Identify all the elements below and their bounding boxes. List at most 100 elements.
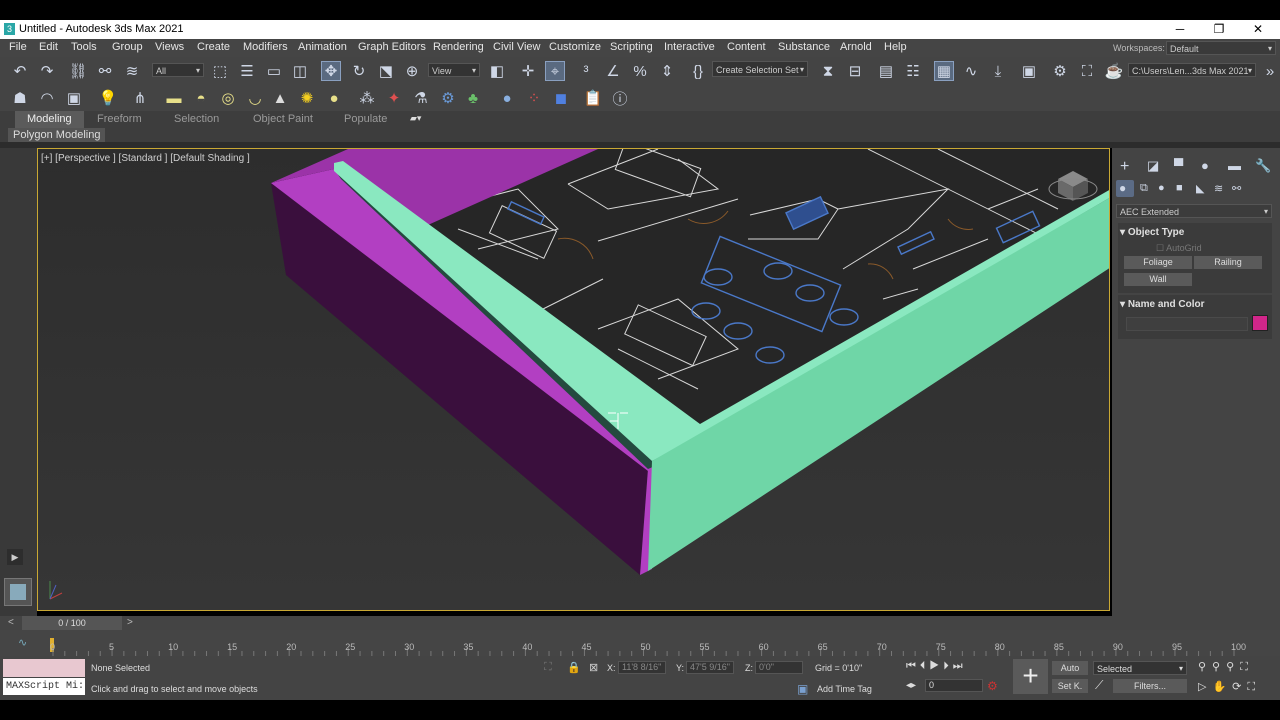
- shapes-icon[interactable]: ⧉: [1140, 182, 1148, 195]
- lasso-shape-icon[interactable]: ◠: [37, 88, 57, 108]
- gear-icon[interactable]: ⚙: [438, 88, 458, 108]
- menu-group[interactable]: Group: [112, 41, 143, 53]
- named-selection-set-dropdown[interactable]: Create Selection Set ▾: [712, 61, 808, 77]
- unlink-icon[interactable]: ⚯: [95, 61, 115, 81]
- current-frame-field[interactable]: 0: [925, 679, 983, 692]
- space-warps-icon[interactable]: ≋: [1214, 182, 1223, 195]
- keyboard-shortcut-override-icon[interactable]: ⌖: [545, 61, 565, 81]
- key-filter-selected-dropdown[interactable]: Selected ▾: [1093, 661, 1187, 675]
- menu-help[interactable]: Help: [884, 41, 907, 53]
- menu-scripting[interactable]: Scripting: [610, 41, 653, 53]
- close-button[interactable]: ✕: [1238, 22, 1278, 36]
- track-bar[interactable]: ∿ 0 5 10 15 20 25 30 35 40 45 50 55 60 65 70 75 80 85 90 95…: [0, 630, 1280, 656]
- selection-filter-dropdown[interactable]: All ▾: [152, 63, 204, 77]
- snaps-toggle-icon[interactable]: ³: [576, 61, 596, 81]
- rendered-frame-window-icon[interactable]: ⛶: [1077, 61, 1097, 81]
- time-tag-icon[interactable]: ▣: [797, 682, 808, 696]
- undo-icon[interactable]: ↶: [10, 61, 30, 81]
- overflow-chevron-icon[interactable]: »: [1260, 61, 1280, 81]
- sphere-icon[interactable]: ●: [324, 88, 344, 108]
- viewport-nav-row2[interactable]: ▷✋⟳⛶: [1198, 680, 1261, 694]
- maxscript-input[interactable]: MAXScript Mi:: [3, 678, 85, 695]
- select-and-scale-icon[interactable]: ⬔: [376, 61, 396, 81]
- systems-icon[interactable]: ⚯: [1232, 182, 1241, 195]
- maximize-button[interactable]: ❐: [1199, 22, 1239, 36]
- motion-tab-icon[interactable]: ●: [1201, 158, 1209, 173]
- menu-modifiers[interactable]: Modifiers: [243, 41, 288, 53]
- menu-create[interactable]: Create: [197, 41, 230, 53]
- sun-icon[interactable]: ✺: [297, 88, 317, 108]
- link-icon[interactable]: ⛓: [68, 61, 88, 81]
- hierarchy-tab-icon[interactable]: ▀: [1174, 158, 1183, 173]
- help-icon[interactable]: ⓘ: [610, 88, 630, 108]
- menu-file[interactable]: File: [9, 41, 27, 53]
- railing-button[interactable]: Railing: [1194, 256, 1262, 269]
- select-and-place-icon[interactable]: ⊕: [402, 61, 422, 81]
- constraint-icon[interactable]: ✦: [384, 88, 404, 108]
- menu-views[interactable]: Views: [155, 41, 184, 53]
- workspaces-dropdown[interactable]: Default ▾: [1166, 41, 1276, 55]
- align-icon[interactable]: ⊟: [845, 61, 865, 81]
- ribbon-options-icon[interactable]: ▰▾: [410, 113, 421, 124]
- autogrid-checkbox[interactable]: ☐ AutoGrid: [1156, 243, 1202, 254]
- perspective-viewport[interactable]: [+] [Perspective ] [Standard ] [Default …: [37, 148, 1110, 611]
- object-type-header[interactable]: ▾ Object Type: [1120, 227, 1184, 238]
- y-coordinate-field[interactable]: 47'5 9/16": [686, 661, 734, 674]
- menu-substance[interactable]: Substance: [778, 41, 830, 53]
- time-prev-button[interactable]: <: [8, 617, 14, 628]
- redo-icon[interactable]: ↷: [37, 61, 57, 81]
- hemisphere-icon[interactable]: ◓: [191, 88, 211, 108]
- menu-animation[interactable]: Animation: [298, 41, 347, 53]
- select-and-move-icon[interactable]: ✥: [321, 61, 341, 81]
- z-coordinate-field[interactable]: 0'0": [755, 661, 803, 674]
- geometry-category-button[interactable]: ●: [1116, 180, 1134, 197]
- menu-rendering[interactable]: Rendering: [433, 41, 484, 53]
- absolute-mode-icon[interactable]: ⊠: [589, 661, 598, 674]
- add-time-tag-button[interactable]: Add Time Tag: [817, 684, 872, 694]
- key-mode-toggle-icon[interactable]: ◂▸: [906, 680, 916, 691]
- bowl-icon[interactable]: ◡: [245, 88, 265, 108]
- clipboard-icon[interactable]: 📋: [583, 88, 603, 108]
- box-primitive-icon[interactable]: ▬: [164, 88, 184, 108]
- minimize-button[interactable]: ─: [1160, 22, 1200, 36]
- schematic-view-icon[interactable]: ⤓: [988, 61, 1008, 81]
- menu-content[interactable]: Content: [727, 41, 766, 53]
- create-tab-icon[interactable]: +: [1120, 158, 1129, 176]
- isolate-icon[interactable]: ⛶: [544, 661, 552, 674]
- tab-freeform[interactable]: Freeform: [97, 113, 142, 125]
- polygon-modeling-panel[interactable]: Polygon Modeling: [8, 128, 106, 142]
- window-crossing-icon[interactable]: ◫: [290, 61, 310, 81]
- name-color-header[interactable]: ▾ Name and Color: [1120, 299, 1205, 310]
- array-icon[interactable]: ⋔: [130, 88, 150, 108]
- light-bulb-icon[interactable]: 💡: [98, 88, 118, 108]
- lights-icon[interactable]: ●: [1158, 182, 1165, 194]
- particle-icon[interactable]: ⁂: [357, 88, 377, 108]
- select-object-icon[interactable]: ⬚: [210, 61, 230, 81]
- menu-arnold[interactable]: Arnold: [840, 41, 872, 53]
- render-icon[interactable]: ◼: [551, 88, 571, 108]
- menu-interactive[interactable]: Interactive: [664, 41, 715, 53]
- image-plane-icon[interactable]: ▣: [64, 88, 84, 108]
- time-config-icon[interactable]: ⚙: [987, 679, 998, 693]
- expand-arrow-icon[interactable]: ▶: [7, 549, 23, 565]
- set-key-button[interactable]: Set K.: [1052, 679, 1088, 693]
- rectangular-selection-icon[interactable]: ▭: [264, 61, 284, 81]
- tab-modeling[interactable]: Modeling: [15, 111, 84, 128]
- torus-icon[interactable]: ◎: [218, 88, 238, 108]
- playback-controls[interactable]: ⏮⏴▶⏵⏭: [906, 660, 967, 673]
- category-dropdown[interactable]: AEC Extended ▾: [1116, 204, 1272, 218]
- object-color-swatch[interactable]: [1252, 315, 1268, 331]
- menu-civil-view[interactable]: Civil View: [493, 41, 540, 53]
- auto-key-button[interactable]: Auto: [1052, 661, 1088, 675]
- display-tab-icon[interactable]: ▬: [1228, 158, 1241, 173]
- project-folder-dropdown[interactable]: C:\Users\Len...3ds Max 2021 ▾: [1128, 63, 1256, 77]
- curve-editor-icon[interactable]: ∿: [961, 61, 981, 81]
- mirror-icon[interactable]: ⧗: [818, 61, 838, 81]
- helpers-icon[interactable]: ◣: [1196, 182, 1204, 195]
- viewport-nav-row1[interactable]: ⚲⚲⚲⛶: [1198, 660, 1254, 674]
- bind-space-warp-icon[interactable]: ≋: [122, 61, 142, 81]
- viewport-label[interactable]: [+] [Perspective ] [Standard ] [Default …: [41, 153, 250, 164]
- select-and-rotate-icon[interactable]: ↻: [349, 61, 369, 81]
- x-coordinate-field[interactable]: 11'8 8/16": [618, 661, 666, 674]
- scene-explorer-icon[interactable]: ▤: [876, 61, 896, 81]
